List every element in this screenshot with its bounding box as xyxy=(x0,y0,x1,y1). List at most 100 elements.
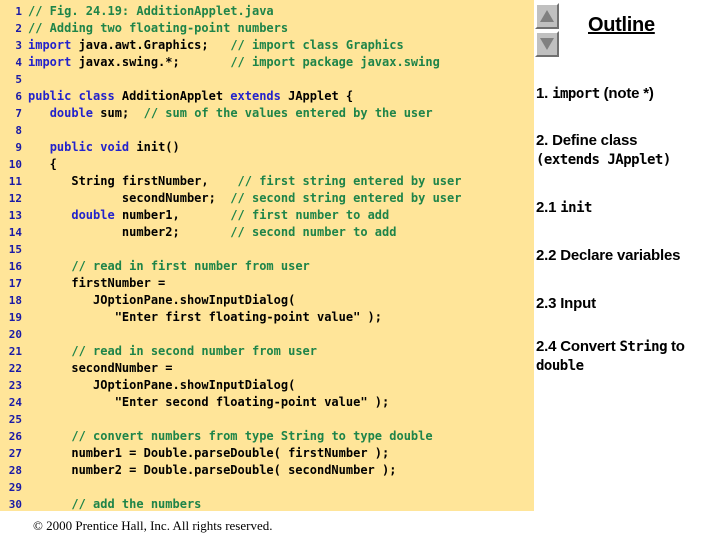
code-plain: firstNumber = xyxy=(28,276,166,290)
outline-label: 2.3 Input xyxy=(536,295,596,312)
code-line: 6 public class AdditionApplet extends JAp… xyxy=(0,88,534,105)
scroll-down-button[interactable] xyxy=(535,31,559,57)
code-text: // Adding two floating-point numbers xyxy=(28,20,288,37)
code-comment: // first string entered by user xyxy=(237,174,462,188)
code-line: 9 public void init() xyxy=(0,139,534,156)
code-plain: JApplet { xyxy=(280,89,354,103)
code-plain: init() xyxy=(129,140,180,154)
line-number: 11 xyxy=(8,175,22,188)
line-number: 8 xyxy=(15,124,22,137)
code-comment: // Fig. 24.19: AdditionApplet.java xyxy=(28,4,274,18)
code-text: "Enter second floating-point value" ); xyxy=(28,394,390,411)
code-text: import javax.swing.*; // import package … xyxy=(28,54,440,71)
line-number: 10 xyxy=(8,158,22,171)
outline-label: 2.1 xyxy=(536,199,561,216)
code-plain: { xyxy=(28,157,57,171)
code-comment: // first number to add xyxy=(230,208,390,222)
code-text: // add the numbers xyxy=(28,496,201,511)
code-plain xyxy=(28,106,50,120)
line-number: 13 xyxy=(8,209,22,222)
line-number: 24 xyxy=(8,396,22,409)
code-keyword: public void xyxy=(49,140,130,154)
line-number: 19 xyxy=(8,311,22,324)
outline-item: (extends JApplet) xyxy=(536,150,718,170)
line-number: 2 xyxy=(15,22,22,35)
line-number: 20 xyxy=(8,328,22,341)
code-keyword: import xyxy=(28,55,72,69)
code-plain: number1 = Double.parseDouble( firstNumbe… xyxy=(28,446,390,460)
scroll-up-button[interactable] xyxy=(535,3,559,29)
code-text: // read in second number from user xyxy=(28,343,317,360)
line-number: 26 xyxy=(8,430,22,443)
line-number: 4 xyxy=(15,56,22,69)
outline-label: (note *) xyxy=(599,85,654,102)
line-number: 12 xyxy=(8,192,22,205)
outline-item: 2.1 init xyxy=(536,198,718,218)
code-line: 18 JOptionPane.showInputDialog( xyxy=(0,292,534,309)
line-number: 23 xyxy=(8,379,22,392)
code-plain xyxy=(28,429,71,443)
code-plain: sum; xyxy=(93,106,144,120)
outline-item: 2. Define class xyxy=(536,131,718,150)
code-line: 1 // Fig. 24.19: AdditionApplet.java xyxy=(0,3,534,20)
code-line: 4 import javax.swing.*; // import package… xyxy=(0,54,534,71)
code-line: 30 // add the numbers xyxy=(0,496,534,511)
code-comment: // Adding two floating-point numbers xyxy=(28,21,289,35)
code-comment: // second number to add xyxy=(230,225,397,239)
code-plain xyxy=(28,208,71,222)
outline-item: 2.2 Declare variables xyxy=(536,246,718,265)
code-line: 24 "Enter second floating-point value" )… xyxy=(0,394,534,411)
code-line: 12 secondNumber; // second string entere… xyxy=(0,190,534,207)
code-comment: // read in first number from user xyxy=(71,259,310,273)
code-line: 10 { xyxy=(0,156,534,173)
code-text: { xyxy=(28,156,57,173)
code-text: number2 = Double.parseDouble( secondNumb… xyxy=(28,462,396,479)
code-line: 3 import java.awt.Graphics; // import cla… xyxy=(0,37,534,54)
outline-code-term: (extends JApplet) xyxy=(536,152,671,168)
code-keyword: double xyxy=(71,208,115,222)
code-line: 13 double number1, // first number to ad… xyxy=(0,207,534,224)
outline-label: to xyxy=(667,338,685,355)
outline-item: 2.4 Convert String to xyxy=(536,337,718,357)
code-plain: secondNumber; xyxy=(28,191,231,205)
code-text: secondNumber = xyxy=(28,360,173,377)
code-line: 17 firstNumber = xyxy=(0,275,534,292)
code-text: double number1, // first number to add xyxy=(28,207,389,224)
code-plain xyxy=(28,344,71,358)
code-text: public void init() xyxy=(28,139,180,156)
line-number: 28 xyxy=(8,464,22,477)
code-keyword: import xyxy=(28,38,72,52)
line-number: 25 xyxy=(8,413,22,426)
code-plain: number1, xyxy=(114,208,231,222)
code-line: 7 double sum; // sum of the values enter… xyxy=(0,105,534,122)
code-comment: // convert numbers from type String to t… xyxy=(71,429,433,443)
code-line: 29 xyxy=(0,479,534,496)
line-number: 6 xyxy=(15,90,22,103)
line-number: 17 xyxy=(8,277,22,290)
code-keyword: double xyxy=(49,106,94,120)
code-keyword: extends xyxy=(230,89,281,103)
code-line: 19 "Enter first floating-point value" ); xyxy=(0,309,534,326)
code-line: 14 number2; // second number to add xyxy=(0,224,534,241)
line-number: 15 xyxy=(8,243,22,256)
code-text: String firstNumber, // first string ente… xyxy=(28,173,461,190)
code-text: // read in first number from user xyxy=(28,258,310,275)
code-line: 22 secondNumber = xyxy=(0,360,534,377)
outline-title: Outline xyxy=(588,14,655,36)
code-text: // Fig. 24.19: AdditionApplet.java xyxy=(28,3,274,20)
code-plain: "Enter second floating-point value" ); xyxy=(28,395,390,409)
code-comment: // sum of the values entered by the user xyxy=(143,106,433,120)
code-text: "Enter first floating-point value" ); xyxy=(28,309,382,326)
code-text: number2; // second number to add xyxy=(28,224,397,241)
code-plain: javax.swing.*; xyxy=(71,55,231,69)
code-text: secondNumber; // second string entered b… xyxy=(28,190,462,207)
code-line: 15 xyxy=(0,241,534,258)
code-text: JOptionPane.showInputDialog( xyxy=(28,377,295,394)
outline-item: 1. import (note *) xyxy=(536,84,718,104)
code-comment: // second string entered by user xyxy=(230,191,462,205)
outline-item: double xyxy=(536,356,718,376)
code-text: double sum; // sum of the values entered… xyxy=(28,105,433,122)
code-keyword: public class xyxy=(28,89,115,103)
code-plain: secondNumber = xyxy=(28,361,173,375)
code-line: 21 // read in second number from user xyxy=(0,343,534,360)
